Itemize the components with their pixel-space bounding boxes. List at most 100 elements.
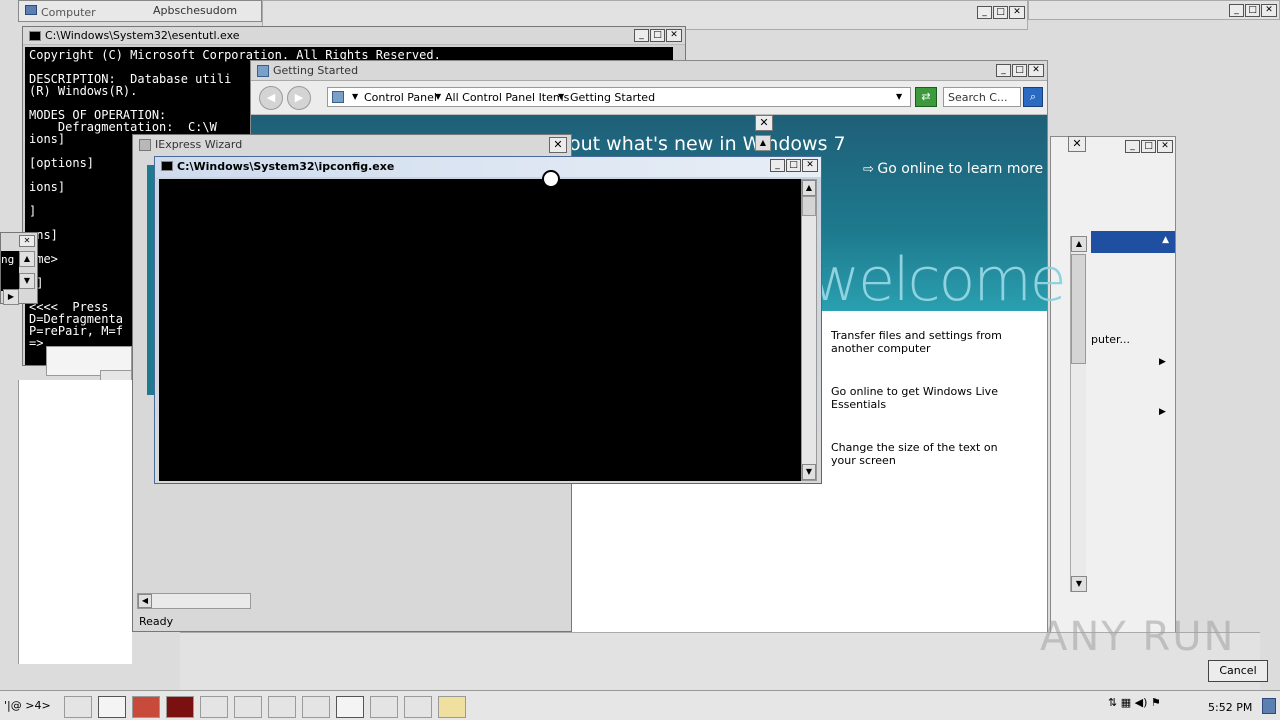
minimize-icon[interactable]: _	[977, 6, 992, 19]
go-online-link[interactable]: ⇨ Go online to learn more	[863, 161, 1043, 177]
cancel-label: Cancel	[1219, 664, 1257, 677]
gs-item-2[interactable]: Go online to get Windows Live Essentials	[831, 385, 1011, 411]
show-desktop-icon[interactable]	[1262, 698, 1276, 714]
flag-icon[interactable]: ⚑	[1151, 696, 1161, 709]
maximize-icon[interactable]: □	[650, 29, 665, 42]
gs-item-text: Change the size of the text on your scre…	[831, 441, 998, 467]
search-input[interactable]: Search C...	[943, 87, 1021, 107]
refresh-button[interactable]: ⇄	[915, 87, 937, 107]
clock[interactable]: 5:52 PM	[1208, 701, 1252, 714]
network-icon[interactable]: ▦	[1121, 696, 1131, 709]
gs-navbar: ◀ ▶ ▼ Control Panel ▼ All Control Panel …	[251, 81, 1047, 115]
gs-close-fragment[interactable]: ✕	[755, 115, 773, 131]
gs-heading: out what's new in Windows 7	[569, 133, 846, 155]
computer-tab-label-2: Aрbschesudom	[153, 4, 238, 17]
scroll-left-icon[interactable]: ◀	[138, 594, 152, 608]
search-icon[interactable]: ⌕	[1023, 87, 1043, 107]
close-icon[interactable]: ✕	[1261, 4, 1277, 17]
tray-area: ⇅ ▦ ◀) ⚑	[1088, 696, 1192, 716]
right-window-item[interactable]: puter...	[1091, 333, 1130, 346]
close-icon[interactable]: ✕	[1157, 140, 1173, 153]
iexpress-hscroll[interactable]: ◀	[137, 593, 251, 609]
gs-item-text: Go online to get Windows Live Essentials	[831, 385, 998, 411]
close-icon[interactable]: ✕	[19, 235, 35, 247]
maximize-icon[interactable]: □	[1141, 140, 1156, 153]
volume-icon[interactable]: ◀)	[1135, 696, 1148, 709]
scroll-thumb[interactable]	[802, 196, 816, 216]
address-bar[interactable]: ▼ Control Panel ▼ All Control Panel Item…	[327, 87, 911, 107]
iexpress-title: IExpress Wizard	[155, 138, 243, 151]
scroll-up-icon[interactable]: ▲	[19, 251, 35, 267]
close-icon[interactable]: ✕	[802, 159, 818, 172]
scroll-down-icon[interactable]: ▼	[802, 464, 816, 480]
scroll-down-icon[interactable]: ▼	[19, 273, 35, 289]
vertical-scrollbar[interactable]: ▲ ▼	[1070, 236, 1087, 592]
address-dropdown-icon[interactable]: ▼	[896, 92, 902, 101]
taskbar-window-icon[interactable]	[268, 696, 296, 718]
close-icon[interactable]: ✕	[1009, 6, 1025, 19]
taskbar-install-icon[interactable]	[404, 696, 432, 718]
minimize-icon[interactable]: _	[996, 64, 1011, 77]
right-window-close-fragment[interactable]: ✕	[1068, 136, 1086, 152]
taskbar-notepad-icon[interactable]	[438, 696, 466, 718]
ipconfig-titlebar[interactable]: C:\Windows\System32\ipconfig.exe _ □ ✕	[155, 157, 821, 177]
minimize-icon[interactable]: _	[1125, 140, 1140, 153]
scroll-thumb[interactable]	[1071, 254, 1086, 364]
scroll-down-icon[interactable]: ▼	[1071, 576, 1087, 592]
breadcrumb-arrow-icon[interactable]: ▼	[435, 92, 441, 101]
busy-cursor-icon	[542, 170, 560, 188]
breadcrumb-all-items[interactable]: All Control Panel Items	[445, 91, 569, 104]
taskbar-setup-icon[interactable]	[370, 696, 398, 718]
ipconfig-scrollbar[interactable]: ▲ ▼	[801, 179, 817, 481]
gs-item-1[interactable]: Transfer files and settings from another…	[831, 329, 1011, 355]
ipconfig-title: C:\Windows\System32\ipconfig.exe	[177, 160, 395, 173]
forward-button[interactable]: ▶	[287, 86, 311, 110]
console-icon	[29, 31, 41, 41]
bg-panel	[18, 380, 132, 664]
maximize-icon[interactable]: □	[786, 159, 801, 172]
gs-titlebar[interactable]: Getting Started _ □ ✕	[251, 61, 1047, 81]
breadcrumb-getting-started[interactable]: Getting Started	[570, 91, 655, 104]
taskbar-flash-icon[interactable]	[166, 696, 194, 718]
close-icon[interactable]: ✕	[549, 137, 567, 153]
computer-tab-label[interactable]: Computer	[41, 6, 96, 19]
scroll-up-icon[interactable]: ▲	[802, 180, 816, 196]
taskbar-console-icon[interactable]	[64, 696, 92, 718]
start-text[interactable]: '|@ >4>	[4, 699, 51, 712]
taskbar-edit-icon[interactable]	[98, 696, 126, 718]
small-window-text: ng	[1, 253, 15, 266]
close-icon[interactable]: ✕	[666, 29, 682, 42]
chevron-right-icon[interactable]: ▶	[1159, 357, 1166, 367]
maximize-icon[interactable]: □	[993, 6, 1008, 19]
minimize-icon[interactable]: _	[770, 159, 785, 172]
ipconfig-window: C:\Windows\System32\ipconfig.exe _ □ ✕ ▲…	[154, 156, 822, 484]
maximize-icon[interactable]: □	[1245, 4, 1260, 17]
cancel-button[interactable]: Cancel	[1208, 660, 1268, 682]
gs-title: Getting Started	[273, 64, 359, 77]
taskbar-font-icon[interactable]	[200, 696, 228, 718]
esentutl-titlebar[interactable]: C:\Windows\System32\esentutl.exe _ □ ✕	[23, 27, 685, 45]
minimize-icon[interactable]: _	[634, 29, 649, 42]
scroll-up-icon[interactable]: ▲	[755, 135, 771, 151]
iexpress-titlebar[interactable]: IExpress Wizard ✕	[133, 135, 571, 155]
close-icon[interactable]: ✕	[1028, 64, 1044, 77]
breadcrumb-arrow-icon[interactable]: ▼	[558, 92, 564, 101]
chevron-right-icon[interactable]: ▶	[1159, 407, 1166, 417]
breadcrumb-arrow-icon[interactable]: ▼	[352, 92, 358, 101]
minimize-icon[interactable]: _	[1229, 4, 1244, 17]
tray-arrow-icon[interactable]: ⇅	[1108, 696, 1117, 709]
taskbar-window-icon[interactable]	[234, 696, 262, 718]
taskbar-doc-icon[interactable]	[302, 696, 330, 718]
right-window-header: ▲	[1091, 231, 1175, 253]
scroll-right-icon[interactable]: ▶	[3, 289, 19, 305]
back-button[interactable]: ◀	[259, 86, 283, 110]
taskbar-app-icon[interactable]	[132, 696, 160, 718]
iexpress-status: Ready	[139, 615, 174, 628]
gs-item-3[interactable]: Change the size of the text on your scre…	[831, 441, 1011, 467]
anyrun-watermark: ANY RUN	[1040, 614, 1236, 660]
maximize-icon[interactable]: □	[1012, 64, 1027, 77]
scroll-up-icon[interactable]: ▲	[1071, 236, 1087, 252]
breadcrumb-control-panel[interactable]: Control Panel	[364, 91, 437, 104]
ipconfig-console[interactable]	[159, 179, 801, 481]
taskbar-window-icon[interactable]	[336, 696, 364, 718]
